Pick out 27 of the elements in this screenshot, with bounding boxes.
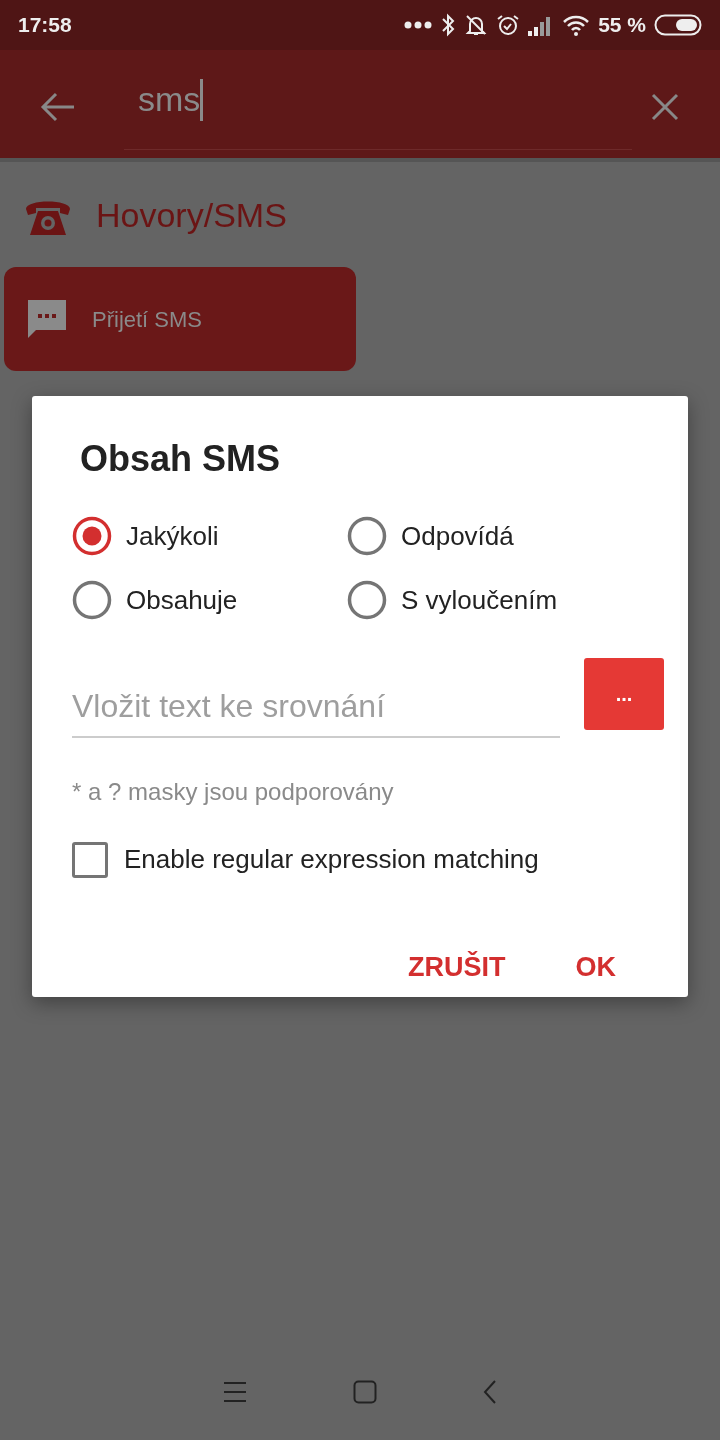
alarm-clock-icon: [496, 13, 521, 37]
back-arrow-icon[interactable]: [40, 92, 76, 122]
back-icon[interactable]: [483, 1379, 497, 1405]
more-dots-icon: [404, 21, 433, 29]
muted-bell-icon: [464, 13, 489, 37]
dialog-title: Obsah SMS: [80, 437, 282, 481]
more-button[interactable]: ...: [584, 658, 664, 730]
radio-option[interactable]: S vyloučením: [347, 568, 664, 632]
category-title: Hovory/SMS: [96, 195, 287, 236]
bluetooth-icon: [440, 13, 457, 37]
radio-option[interactable]: Odpovídá: [347, 504, 664, 568]
radio-option[interactable]: Jakýkoli: [72, 504, 347, 568]
wifi-icon: [562, 14, 591, 36]
text-input-field[interactable]: Vložit text ke srovnání: [72, 676, 560, 738]
battery-icon: [654, 13, 702, 37]
battery-percent: 55 %: [598, 12, 646, 39]
home-icon[interactable]: [353, 1380, 377, 1404]
hint-text: * a ? masky jsou podporovány: [72, 777, 395, 807]
message-icon: [26, 298, 68, 340]
dialog-button[interactable]: OK: [575, 947, 616, 988]
close-icon[interactable]: [650, 92, 680, 122]
dialog-button[interactable]: ZRUŠIT: [408, 947, 506, 988]
radio-option[interactable]: Obsahuje: [72, 568, 347, 632]
status-time: 17:58: [18, 12, 72, 39]
checkbox[interactable]: [72, 841, 108, 878]
menu-icon[interactable]: [223, 1381, 247, 1403]
checkbox-label[interactable]: Enable regular expression matching: [124, 840, 539, 879]
